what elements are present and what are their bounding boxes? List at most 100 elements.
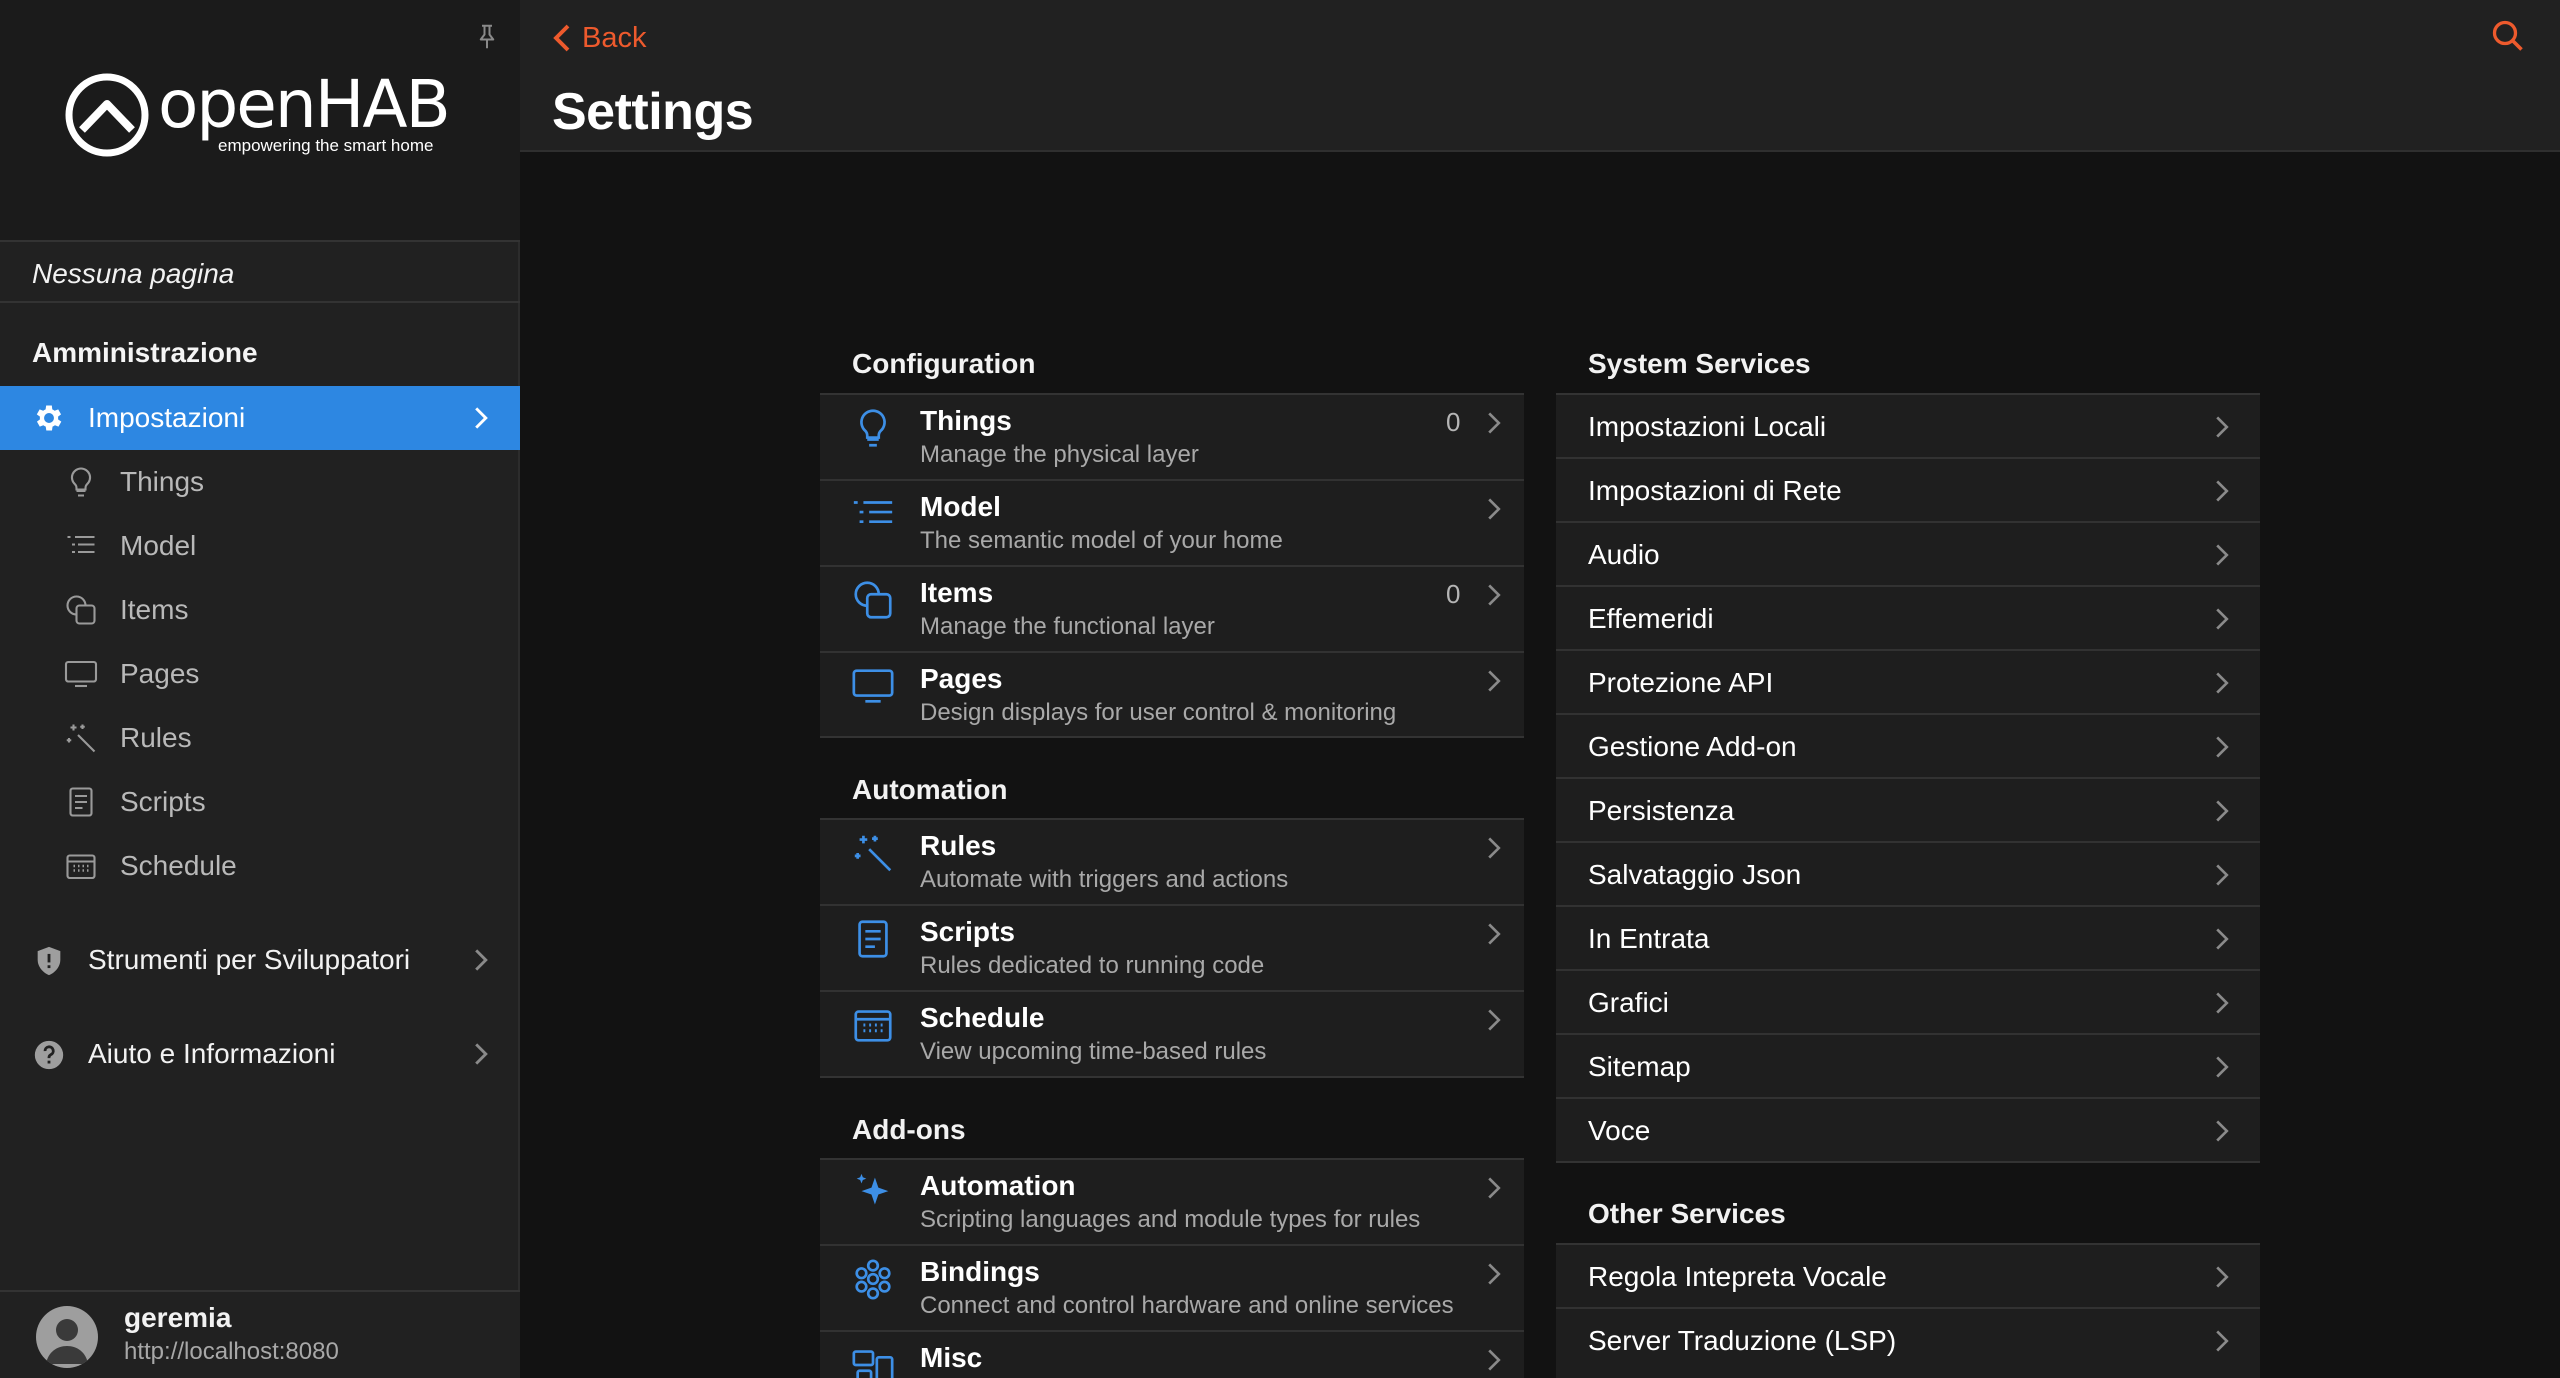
chevron-right-icon — [1488, 1009, 1501, 1031]
list-item-service[interactable]: In Entrata — [1556, 907, 2260, 971]
list-item-service[interactable]: Persistenza — [1556, 779, 2260, 843]
item-title: Grafici — [1588, 987, 1669, 1018]
list-item-service[interactable]: Effemeridi — [1556, 587, 2260, 651]
sidebar-item-developer-tools[interactable]: Strumenti per Sviluppatori — [0, 928, 520, 992]
item-title: Things — [920, 405, 1012, 436]
list-item-misc[interactable]: Misc — [820, 1332, 1524, 1378]
item-title: Model — [920, 491, 1001, 522]
list-item-service[interactable]: Salvataggio Json — [1556, 843, 2260, 907]
sidebar-item-label: Aiuto e Informazioni — [88, 1038, 336, 1069]
list-item-bindings[interactable]: Bindings Connect and control hardware an… — [820, 1246, 1524, 1332]
addons-list: Automation Scripting languages and modul… — [820, 1158, 1524, 1378]
sparkles-icon — [856, 1173, 889, 1205]
sidebar-item-label: Items — [120, 594, 189, 625]
sidebar-item-rules[interactable]: Rules — [0, 706, 520, 770]
item-title: Impostazioni Locali — [1588, 411, 1827, 442]
sidebar-item-items[interactable]: Items — [0, 578, 520, 642]
item-subtitle: Automate with triggers and actions — [920, 866, 1289, 893]
server-url: http://localhost:8080 — [124, 1338, 339, 1365]
chevron-right-icon — [2216, 1056, 2229, 1078]
bindings-icon — [855, 1259, 891, 1300]
pin-icon[interactable] — [472, 22, 502, 52]
list-item-service[interactable]: Server Traduzione (LSP) — [1556, 1309, 2260, 1373]
openhab-logo[interactable]: openHAB empowering the smart home — [62, 70, 462, 160]
other-services-title: Other Services — [1588, 1198, 1786, 1229]
list-item-rules[interactable]: Rules Automate with triggers and actions — [820, 820, 1524, 906]
chevron-right-icon — [1488, 584, 1501, 606]
magic-wand-icon — [66, 724, 96, 753]
list-item-items[interactable]: Items Manage the functional layer 0 — [820, 567, 1524, 653]
list-item-service[interactable]: Grafici — [1556, 971, 2260, 1035]
list-item-schedule[interactable]: Schedule View upcoming time-based rules — [820, 992, 1524, 1078]
list-item-scripts[interactable]: Scripts Rules dedicated to running code — [820, 906, 1524, 992]
list-item-automation-addons[interactable]: Automation Scripting languages and modul… — [820, 1160, 1524, 1246]
chevron-right-icon — [1488, 1177, 1501, 1199]
list-item-pages[interactable]: Pages Design displays for user control &… — [820, 653, 1524, 739]
automation-title: Automation — [852, 774, 1008, 805]
system-services-title: System Services — [1588, 348, 1811, 379]
chevron-right-icon — [1488, 1263, 1501, 1285]
chevron-right-icon — [475, 407, 488, 429]
avatar — [36, 1306, 98, 1368]
item-title: Impostazioni di Rete — [1588, 475, 1842, 506]
item-subtitle: Design displays for user control & monit… — [920, 699, 1397, 726]
configuration-list: Things Manage the physical layer 0 Model… — [820, 393, 1524, 738]
list-item-service[interactable]: Audio — [1556, 523, 2260, 587]
chevron-right-icon — [2216, 864, 2229, 886]
sidebar-item-help[interactable]: Aiuto e Informazioni — [0, 1022, 520, 1086]
lightbulb-icon — [860, 409, 886, 447]
sidebar-item-schedule[interactable]: Schedule — [0, 834, 520, 898]
list-item-service[interactable]: Impostazioni di Rete — [1556, 459, 2260, 523]
item-title: Persistenza — [1588, 795, 1735, 826]
list-item-service[interactable]: Gestione Add-on — [1556, 715, 2260, 779]
top-bar: Back Settings — [520, 0, 2560, 152]
user-profile[interactable]: geremia http://localhost:8080 — [0, 1290, 520, 1378]
list-item-things[interactable]: Things Manage the physical layer 0 — [820, 395, 1524, 481]
list-item-service[interactable]: Voce — [1556, 1099, 2260, 1163]
user-name: geremia — [124, 1302, 232, 1333]
shield-icon — [37, 946, 61, 976]
misc-icon — [852, 1350, 894, 1378]
sidebar-item-label: Rules — [120, 722, 192, 753]
monitor-icon — [852, 669, 894, 703]
sidebar-item-pages[interactable]: Pages — [0, 642, 520, 706]
sidebar-item-model[interactable]: Model — [0, 514, 520, 578]
sidebar-item-scripts[interactable]: Scripts — [0, 770, 520, 834]
list-item-model[interactable]: Model The semantic model of your home — [820, 481, 1524, 567]
addons-title: Add-ons — [852, 1114, 966, 1145]
chevron-right-icon — [2216, 608, 2229, 630]
automation-list: Rules Automate with triggers and actions… — [820, 818, 1524, 1078]
chevron-right-icon — [1488, 837, 1501, 859]
item-title: Sitemap — [1588, 1051, 1691, 1082]
list-item-service[interactable]: Impostazioni Locali — [1556, 395, 2260, 459]
item-title: Pages — [920, 663, 1003, 694]
item-title: Misc — [920, 1342, 983, 1373]
gear-icon — [36, 405, 62, 431]
chevron-right-icon — [2216, 800, 2229, 822]
chevron-right-icon — [2216, 992, 2229, 1014]
no-page-label[interactable]: Nessuna pagina — [0, 240, 520, 303]
document-icon — [858, 920, 888, 958]
list-tree-icon — [67, 535, 95, 554]
item-subtitle: Manage the functional layer — [920, 613, 1215, 640]
logo-area: openHAB empowering the smart home — [0, 0, 520, 240]
sidebar-item-impostazioni[interactable]: Impostazioni — [0, 386, 520, 450]
item-title: Items — [920, 577, 994, 608]
list-item-service[interactable]: Sitemap — [1556, 1035, 2260, 1099]
sidebar-item-things[interactable]: Things — [0, 450, 520, 514]
chevron-right-icon — [2216, 416, 2229, 438]
back-label: Back — [582, 21, 647, 54]
configuration-title: Configuration — [852, 348, 1036, 379]
list-item-service[interactable]: Regola Intepreta Vocale — [1556, 1245, 2260, 1309]
sidebar-item-label: Impostazioni — [88, 402, 246, 433]
item-title: Gestione Add-on — [1588, 731, 1797, 762]
monitor-icon — [64, 660, 98, 688]
item-title: In Entrata — [1588, 923, 1710, 954]
back-link[interactable]: Back — [552, 18, 646, 58]
chevron-right-icon — [2216, 736, 2229, 758]
question-icon — [34, 1040, 64, 1070]
search-icon[interactable] — [2490, 18, 2526, 54]
list-item-service[interactable]: Protezione API — [1556, 651, 2260, 715]
chevron-right-icon — [2216, 544, 2229, 566]
calendar-icon — [66, 854, 96, 880]
